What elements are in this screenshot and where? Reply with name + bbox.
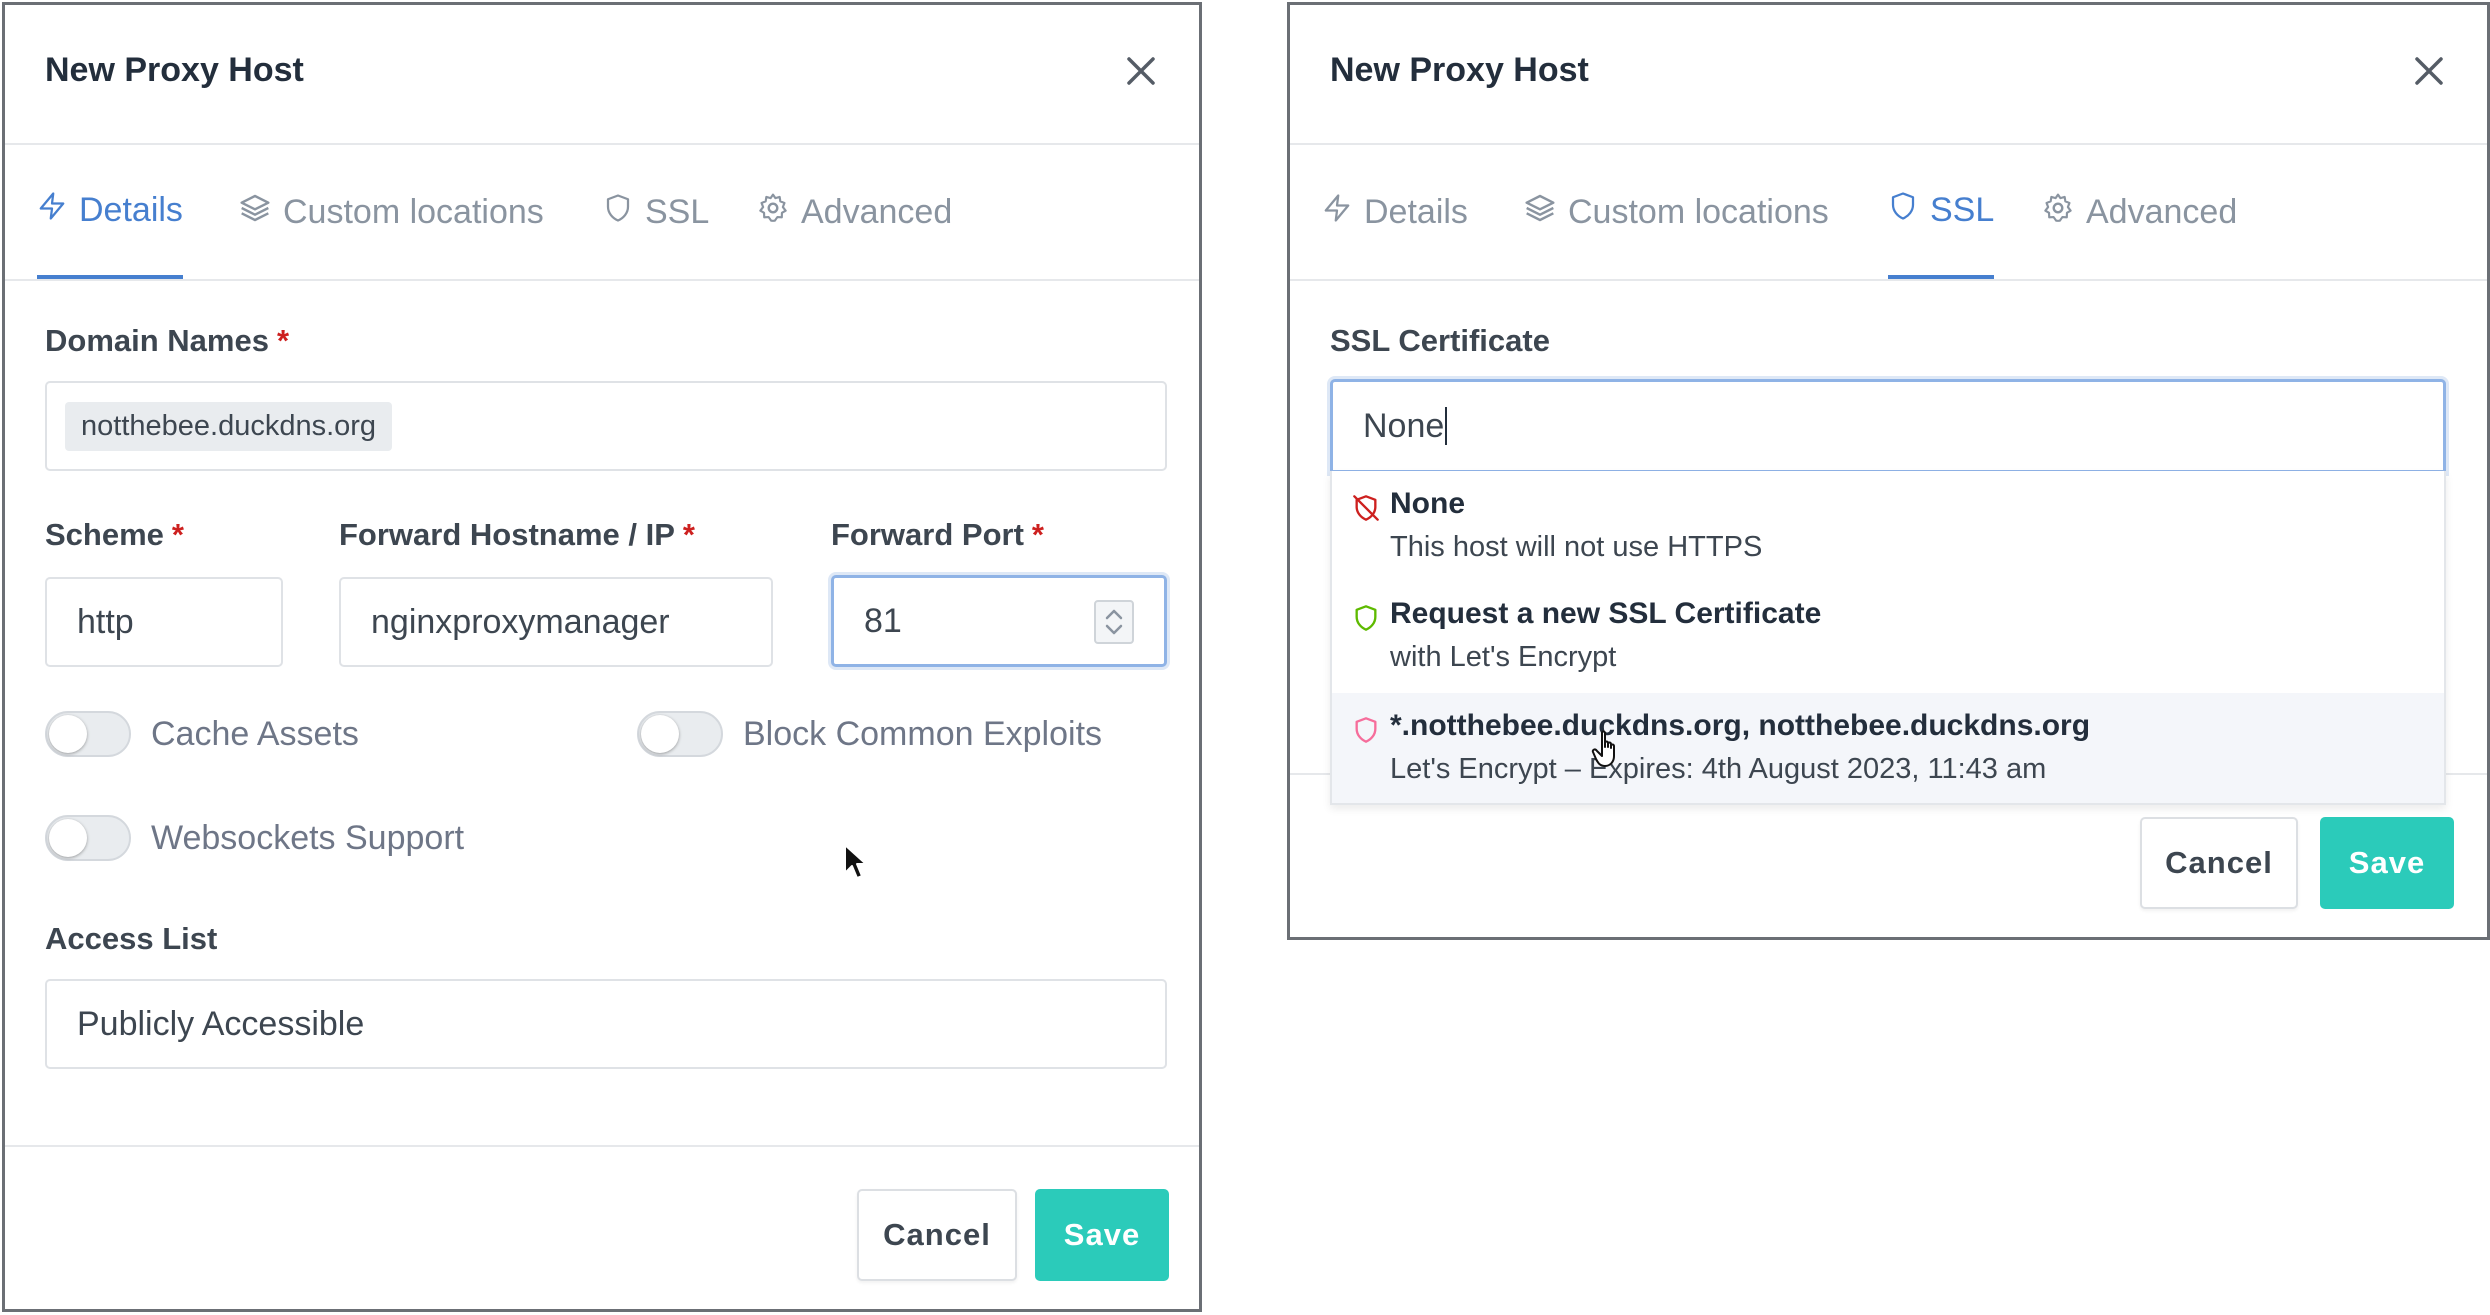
shield-off-icon xyxy=(1352,493,1380,528)
ssl-certificate-label: SSL Certificate xyxy=(1330,323,1550,358)
tab-ssl[interactable]: SSL xyxy=(1888,145,1995,279)
tab-details[interactable]: Details xyxy=(37,145,183,279)
forward-hostname-label: Forward Hostname / IP * xyxy=(339,517,695,553)
bolt-icon xyxy=(1322,191,1364,234)
option-title: Request a new SSL Certificate xyxy=(1390,597,1822,630)
domain-names-label: Domain Names * xyxy=(45,323,289,359)
option-title: None xyxy=(1390,487,1465,520)
layers-icon xyxy=(239,192,283,233)
label-text: Forward Hostname / IP xyxy=(339,517,675,552)
toggle-label: Block Common Exploits xyxy=(743,714,1103,753)
tab-label: Advanced xyxy=(801,192,953,231)
tab-custom-locations[interactable]: Custom locations xyxy=(239,145,544,279)
save-button[interactable]: Save xyxy=(1035,1189,1169,1281)
modal-footer: Cancel Save xyxy=(5,1145,1199,1315)
new-proxy-host-modal-ssl: New Proxy Host Details Custom locations … xyxy=(1287,2,2490,940)
label-text: Domain Names xyxy=(45,323,269,358)
cancel-button[interactable]: Cancel xyxy=(2140,817,2298,909)
modal-title: New Proxy Host xyxy=(1330,51,1589,89)
tab-bar: Details Custom locations SSL Advanced xyxy=(1290,145,2487,281)
ssl-option-existing-certificate[interactable]: *.notthebee.duckdns.org, notthebee.duckd… xyxy=(1332,693,2444,803)
websockets-support-toggle[interactable]: Websockets Support xyxy=(45,815,464,861)
forward-port-input[interactable]: 81 xyxy=(831,575,1167,667)
toggle-label: Websockets Support xyxy=(151,818,465,857)
shield-icon xyxy=(603,192,645,233)
port-stepper[interactable] xyxy=(1094,600,1134,644)
tab-label: Details xyxy=(1364,192,1468,231)
cache-assets-toggle[interactable]: Cache Assets xyxy=(45,711,359,757)
gear-icon xyxy=(2042,192,2086,233)
tab-label: Custom locations xyxy=(1568,192,1829,231)
hand-pointer-icon xyxy=(1590,729,1626,774)
close-icon[interactable] xyxy=(1123,53,1159,89)
tab-label: Custom locations xyxy=(283,192,544,231)
toggle-switch[interactable] xyxy=(637,711,723,757)
modal-title: New Proxy Host xyxy=(45,51,304,89)
option-subtitle: with Let's Encrypt xyxy=(1390,641,1617,673)
ssl-option-none[interactable]: None This host will not use HTTPS xyxy=(1332,471,2444,581)
mouse-cursor-icon xyxy=(843,843,869,886)
access-list-label: Access List xyxy=(45,921,218,956)
gear-icon xyxy=(757,192,801,233)
required-marker: * xyxy=(1031,517,1044,552)
new-proxy-host-modal-details: New Proxy Host Details Custom locations … xyxy=(2,2,1202,1312)
option-subtitle: This host will not use HTTPS xyxy=(1390,531,1763,563)
label-text: Forward Port xyxy=(831,517,1024,552)
scheme-input[interactable]: http xyxy=(45,577,283,667)
block-common-exploits-toggle[interactable]: Block Common Exploits xyxy=(637,711,1102,757)
toggle-switch[interactable] xyxy=(45,815,131,861)
access-list-value: Publicly Accessible xyxy=(77,1004,365,1043)
tab-ssl[interactable]: SSL xyxy=(603,145,709,279)
cancel-button[interactable]: Cancel xyxy=(857,1189,1017,1281)
shield-icon xyxy=(1352,715,1380,750)
tab-advanced[interactable]: Advanced xyxy=(757,145,952,279)
bolt-icon xyxy=(37,189,79,232)
tab-bar: Details Custom locations SSL Advanced xyxy=(5,145,1199,281)
required-marker: * xyxy=(276,323,290,358)
text-caret xyxy=(1445,407,1448,445)
shield-icon xyxy=(1888,190,1930,231)
tab-label: Advanced xyxy=(2086,192,2238,231)
required-marker: * xyxy=(682,517,695,552)
ssl-certificate-value: None xyxy=(1363,406,1445,445)
option-title: *.notthebee.duckdns.org, notthebee.duckd… xyxy=(1390,709,2091,742)
tab-label: SSL xyxy=(1930,190,1995,229)
required-marker: * xyxy=(171,517,184,552)
label-text: Scheme xyxy=(45,517,164,552)
hostname-value: nginxproxymanager xyxy=(371,602,670,641)
tab-label: SSL xyxy=(645,192,710,231)
ssl-option-request-new[interactable]: Request a new SSL Certificate with Let's… xyxy=(1332,581,2444,693)
domain-names-input[interactable]: notthebee.duckdns.org xyxy=(45,381,1167,471)
access-list-select[interactable]: Publicly Accessible xyxy=(45,979,1167,1069)
layers-icon xyxy=(1524,192,1568,233)
toggle-label: Cache Assets xyxy=(151,714,359,753)
port-value: 81 xyxy=(864,601,902,640)
modal-header: New Proxy Host xyxy=(1290,5,2487,145)
ssl-certificate-select[interactable]: None xyxy=(1330,379,2446,473)
domain-chip[interactable]: notthebee.duckdns.org xyxy=(65,401,393,451)
forward-port-label: Forward Port * xyxy=(831,517,1044,553)
close-icon[interactable] xyxy=(2411,53,2447,89)
ssl-certificate-dropdown: None This host will not use HTTPS Reques… xyxy=(1330,471,2446,805)
tab-details[interactable]: Details xyxy=(1322,145,1468,279)
toggle-switch[interactable] xyxy=(45,711,131,757)
shield-icon xyxy=(1352,603,1380,638)
tab-custom-locations[interactable]: Custom locations xyxy=(1524,145,1829,279)
tab-advanced[interactable]: Advanced xyxy=(2042,145,2237,279)
tab-label: Details xyxy=(79,190,183,229)
scheme-value: http xyxy=(77,602,134,641)
forward-hostname-input[interactable]: nginxproxymanager xyxy=(339,577,773,667)
scheme-label: Scheme * xyxy=(45,517,184,553)
save-button[interactable]: Save xyxy=(2320,817,2454,909)
option-subtitle: Let's Encrypt – Expires: 4th August 2023… xyxy=(1390,753,2047,785)
modal-header: New Proxy Host xyxy=(5,5,1199,145)
